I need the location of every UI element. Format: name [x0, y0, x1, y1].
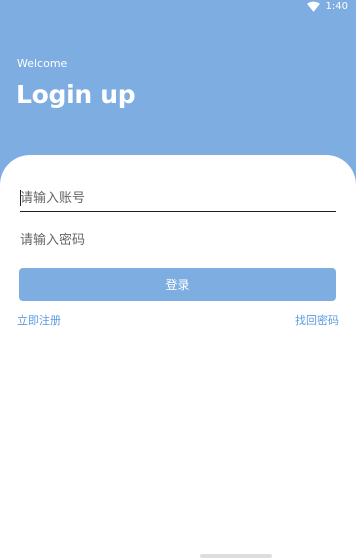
password-input[interactable] [20, 225, 336, 255]
login-button[interactable]: 登录 [19, 268, 336, 301]
status-bar: 1:40 [0, 0, 356, 14]
status-time: 1:40 [325, 1, 348, 12]
register-link[interactable]: 立即注册 [17, 312, 61, 328]
wifi-icon [306, 1, 320, 12]
forgot-password-link[interactable]: 找回密码 [295, 312, 339, 328]
account-input[interactable] [20, 183, 336, 213]
account-underline [20, 211, 336, 212]
text-cursor [20, 190, 21, 206]
login-card [0, 155, 356, 558]
welcome-text: Welcome [17, 57, 68, 70]
home-indicator [200, 554, 272, 558]
page-title: Login up [16, 80, 136, 109]
